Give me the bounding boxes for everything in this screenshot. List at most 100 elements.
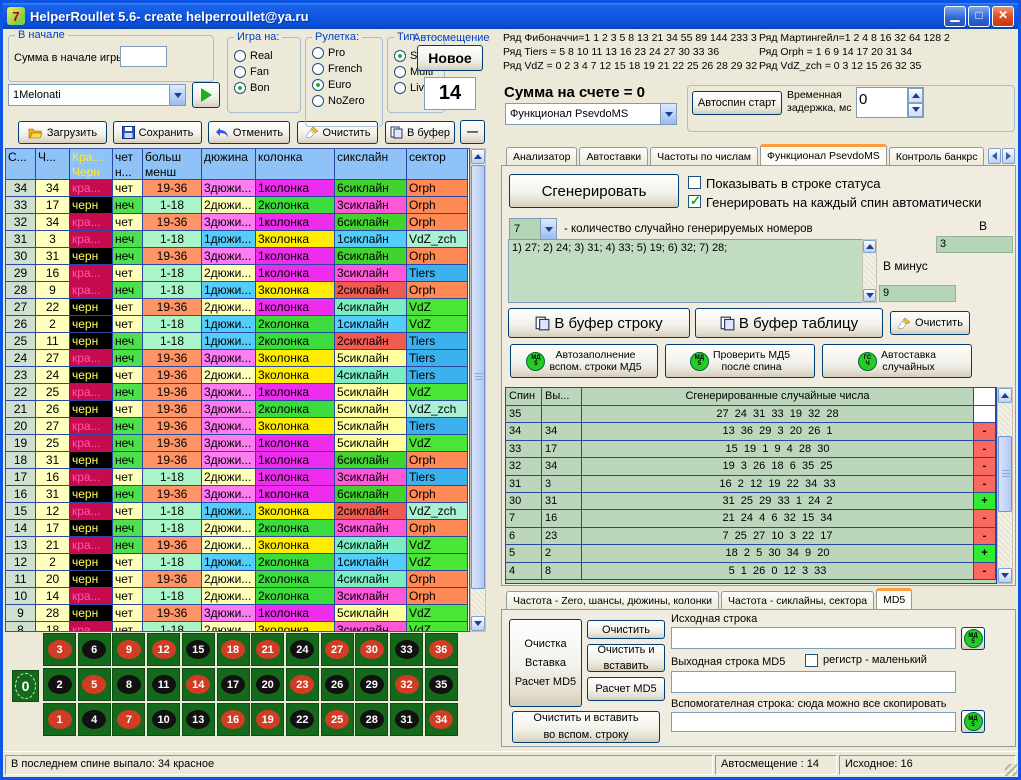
board-cell-2[interactable]: 2 xyxy=(43,668,76,701)
md5-big-button[interactable]: Очистка Вставка Расчет MD5 xyxy=(509,619,582,707)
board-cell-7[interactable]: 7 xyxy=(112,703,145,736)
tab-1[interactable]: Анализатор xyxy=(506,147,577,166)
board-cell-27[interactable]: 27 xyxy=(321,633,354,666)
spinner-up-button[interactable] xyxy=(908,88,923,103)
autospin-start-button[interactable]: Автоспин старт xyxy=(692,91,782,115)
spinner-down-button[interactable] xyxy=(908,103,923,118)
board-cell-33[interactable]: 33 xyxy=(390,633,423,666)
lowercase-checkbox[interactable]: регистр - маленький xyxy=(805,654,927,667)
board-cell-18[interactable]: 18 xyxy=(217,633,250,666)
minus-input[interactable]: 9 xyxy=(879,285,956,302)
table-row[interactable]: 2027кра...неч19-363дюжи...3колонка5сикла… xyxy=(6,418,469,435)
radio-game-fan[interactable]: Fan xyxy=(234,66,300,78)
md5-aux-icon-button[interactable]: МД5 xyxy=(961,710,985,733)
check-md5-button[interactable]: МД5 Проверить МД5после спина xyxy=(665,344,815,378)
table-row[interactable]: 303131 25 29 33 1 24 2+ xyxy=(506,493,996,510)
radio-roulette-french[interactable]: French xyxy=(312,63,382,75)
autobet-random-button[interactable]: ГСЧ Автоставкаслучайных xyxy=(822,344,972,378)
maximize-button[interactable]: □ xyxy=(968,6,990,27)
save-button[interactable]: Сохранить xyxy=(113,121,202,144)
table-row[interactable]: 122чернчет1-181дюжи...2колонка1сиклайнVd… xyxy=(6,554,469,571)
board-cell-24[interactable]: 24 xyxy=(286,633,319,666)
board-cell-4[interactable]: 4 xyxy=(78,703,111,736)
table-row[interactable]: 928чернчет19-363дюжи...1колонка5сиклайнV… xyxy=(6,605,469,622)
resize-grip[interactable] xyxy=(1005,764,1017,776)
board-cell-12[interactable]: 12 xyxy=(147,633,180,666)
table-row[interactable]: 343413 36 29 3 20 26 1- xyxy=(506,423,996,440)
start-sum-input[interactable] xyxy=(120,46,167,67)
delay-spinner[interactable]: 0 xyxy=(856,87,924,118)
combo-dropdown-button[interactable] xyxy=(540,219,556,239)
generated-line[interactable]: 1) 27; 2) 24; 3) 31; 4) 33; 5) 19; 6) 32… xyxy=(508,239,863,303)
table-row[interactable]: 2916кра...чет1-182дюжи...1колонка3сиклай… xyxy=(6,265,469,282)
table-row[interactable]: 6237 25 27 10 3 22 17- xyxy=(506,528,996,545)
tabs-scroll-left[interactable] xyxy=(988,148,1001,164)
new-button[interactable]: Новое xyxy=(417,45,483,71)
md5-calc-icon-button[interactable]: МД5 xyxy=(961,627,985,650)
board-cell-17[interactable]: 17 xyxy=(217,668,250,701)
board-cell-14[interactable]: 14 xyxy=(182,668,215,701)
board-cell-32[interactable]: 32 xyxy=(390,668,423,701)
board-cell-30[interactable]: 30 xyxy=(355,633,388,666)
table-row[interactable]: 5218 2 5 30 34 9 20+ xyxy=(506,545,996,562)
table-row[interactable]: 2511черннеч1-181дюжи...2колонка2сиклайнT… xyxy=(6,333,469,350)
scroll-down-button[interactable] xyxy=(471,616,485,631)
table-row[interactable]: 31316 2 12 19 22 34 33- xyxy=(506,476,996,493)
table-row[interactable]: 1831черннеч19-363дюжи...1колонка6сиклайн… xyxy=(6,452,469,469)
table-row[interactable]: 71621 24 4 6 32 15 34- xyxy=(506,510,996,527)
table-row[interactable]: 2427кра...неч19-363дюжи...3колонка5сикла… xyxy=(6,350,469,367)
table-row[interactable]: 313кра...неч1-181дюжи...3колонка1сиклайн… xyxy=(6,231,469,248)
board-cell-19[interactable]: 19 xyxy=(251,703,284,736)
plus-input[interactable]: 3 xyxy=(936,236,1013,253)
radio-game-bon[interactable]: Bon xyxy=(234,82,300,94)
board-cell-15[interactable]: 15 xyxy=(182,633,215,666)
table-row[interactable]: 1716кра...чет1-182дюжи...1колонка3сиклай… xyxy=(6,469,469,486)
scroll-up-button[interactable] xyxy=(863,240,876,253)
scroll-thumb[interactable] xyxy=(471,165,485,589)
scroll-thumb[interactable] xyxy=(998,436,1012,512)
md5-clear-paste-aux-button[interactable]: Очистить и вставитьво вспом. строку xyxy=(512,711,660,743)
generate-button[interactable]: Сгенерировать xyxy=(509,174,679,208)
autogen-checkbox[interactable]: Генерировать на каждый спин автоматическ… xyxy=(688,195,982,210)
md5-clear-paste-button[interactable]: Очистить ивставить xyxy=(587,644,665,672)
function-combobox[interactable]: Функционал PsevdoMS xyxy=(505,103,677,125)
scroll-down-button[interactable] xyxy=(998,568,1012,583)
board-cell-16[interactable]: 16 xyxy=(217,703,250,736)
board-cell-9[interactable]: 9 xyxy=(112,633,145,666)
board-cell-36[interactable]: 36 xyxy=(425,633,458,666)
tab-2[interactable]: Автоставки xyxy=(579,147,648,166)
table-row[interactable]: 485 1 26 0 12 3 33- xyxy=(506,563,996,580)
md5-clear-button[interactable]: Очистить xyxy=(587,620,665,639)
table-row[interactable]: 1925кра...неч19-363дюжи...1колонка5сикла… xyxy=(6,435,469,452)
scroll-up-button[interactable] xyxy=(998,388,1012,403)
buffer-string-button[interactable]: В буфер строку xyxy=(508,308,690,338)
autofill-md5-button[interactable]: МД5 Автозаполнениевспом. строки МД5 xyxy=(510,344,658,378)
board-cell-13[interactable]: 13 xyxy=(182,703,215,736)
tab-2[interactable]: Частота - сиклайны, сектора xyxy=(721,591,874,610)
board-cell-11[interactable]: 11 xyxy=(147,668,180,701)
aux-string-input[interactable] xyxy=(671,712,956,732)
table-row[interactable]: 1014кра...чет1-182дюжи...2колонка3сиклай… xyxy=(6,588,469,605)
tabs-scroll-right[interactable] xyxy=(1002,148,1015,164)
board-cell-6[interactable]: 6 xyxy=(78,633,111,666)
scroll-down-button[interactable] xyxy=(863,289,876,302)
table-row[interactable]: 262чернчет1-181дюжи...2колонка1сиклайнVd… xyxy=(6,316,469,333)
to-buffer-button[interactable]: В буфер xyxy=(385,121,455,144)
table-row[interactable]: 2126чернчет19-363дюжи...2колонка5сиклайн… xyxy=(6,401,469,418)
table-row[interactable]: 3527 24 31 33 19 32 28 xyxy=(506,406,996,423)
tab-4[interactable]: Функционал PsevdoMS xyxy=(760,144,887,166)
table-row[interactable]: 3031черннеч19-363дюжи...1колонка6сиклайн… xyxy=(6,248,469,265)
radio-roulette-euro[interactable]: Euro xyxy=(312,79,382,91)
board-cell-0[interactable]: 0 xyxy=(12,670,39,702)
board-cell-10[interactable]: 10 xyxy=(147,703,180,736)
table-row[interactable]: 3234кра...чет19-363дюжи...1колонка6сикла… xyxy=(6,214,469,231)
autoshift-value[interactable]: 14 xyxy=(424,77,476,110)
table-row[interactable]: 2324чернчет19-362дюжи...3колонка4сиклайн… xyxy=(6,367,469,384)
clear-generated-button[interactable]: Очистить xyxy=(890,311,970,335)
table-row[interactable]: 1120чернчет19-362дюжи...2колонка4сиклайн… xyxy=(6,571,469,588)
close-button[interactable]: ✕ xyxy=(992,6,1014,27)
md5-calc-button[interactable]: Расчет MD5 xyxy=(587,677,665,701)
buffer-table-button[interactable]: В буфер таблицу xyxy=(695,308,883,338)
profile-combobox[interactable]: 1Melonati xyxy=(8,84,186,106)
board-cell-28[interactable]: 28 xyxy=(355,703,388,736)
